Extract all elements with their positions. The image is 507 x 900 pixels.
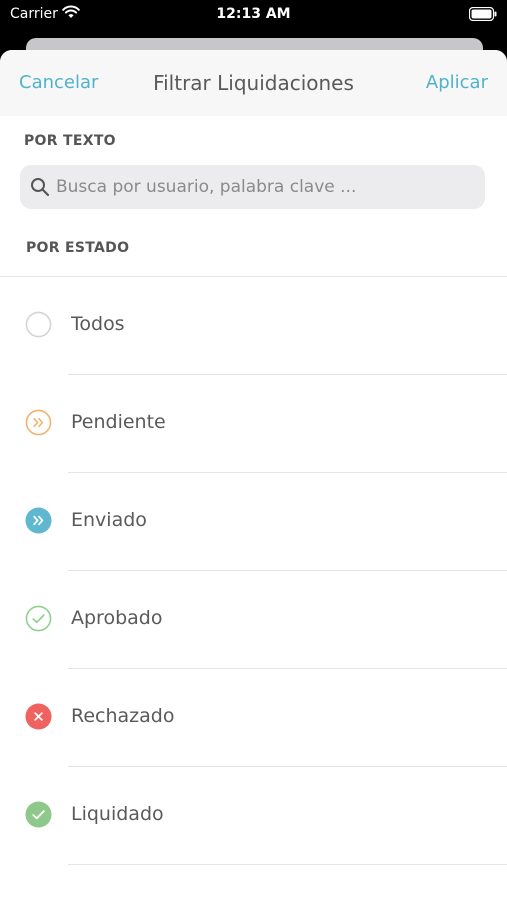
search-box[interactable] — [20, 165, 485, 209]
status-option-label: Enviado — [71, 509, 147, 531]
status-list: Todos Pendiente Enviado Aprobado Rechaza… — [0, 277, 507, 865]
row-divider — [68, 864, 507, 865]
apply-button[interactable]: Aplicar — [426, 72, 488, 93]
double-chevron-outline-icon — [25, 409, 52, 436]
status-option-aprobado[interactable]: Aprobado — [0, 571, 507, 669]
status-bar: Carrier 12:13 AM — [0, 0, 507, 30]
status-option-label: Pendiente — [71, 411, 166, 433]
x-filled-icon — [25, 703, 52, 730]
battery-icon — [469, 7, 497, 21]
double-chevron-filled-icon — [25, 507, 52, 534]
check-filled-icon — [25, 801, 52, 828]
check-outline-icon — [25, 605, 52, 632]
status-option-label: Aprobado — [71, 607, 163, 629]
clock-time: 12:13 AM — [216, 6, 291, 22]
search-input[interactable] — [56, 165, 476, 209]
status-option-label: Todos — [71, 313, 125, 335]
status-option-liquidado[interactable]: Liquidado — [0, 767, 507, 865]
status-option-rechazado[interactable]: Rechazado — [0, 669, 507, 767]
status-option-pendiente[interactable]: Pendiente — [0, 375, 507, 473]
status-option-label: Rechazado — [71, 705, 175, 727]
search-icon — [31, 178, 50, 197]
status-option-todos[interactable]: Todos — [0, 277, 507, 375]
status-option-label: Liquidado — [71, 803, 164, 825]
empty-circle-icon — [25, 311, 52, 338]
status-option-enviado[interactable]: Enviado — [0, 473, 507, 571]
state-section-label: POR ESTADO — [26, 240, 130, 256]
text-section-label: POR TEXTO — [24, 133, 116, 149]
navigation-bar: Cancelar Filtrar Liquidaciones Aplicar — [0, 50, 507, 116]
filter-sheet: Cancelar Filtrar Liquidaciones Aplicar P… — [0, 50, 507, 900]
